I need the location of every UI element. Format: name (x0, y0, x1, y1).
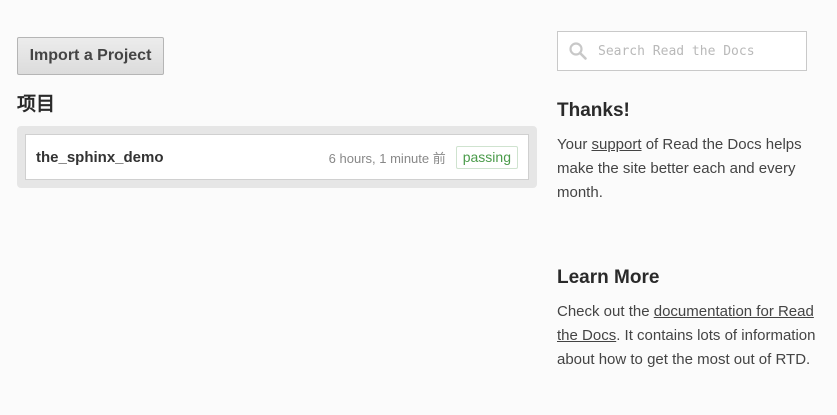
dashboard-page: Import a Project 项目 the_sphinx_demo 6 ho… (0, 0, 837, 415)
learn-more-text-before: Check out the (557, 303, 654, 320)
projects-column: Import a Project 项目 the_sphinx_demo 6 ho… (17, 37, 537, 188)
project-name-link[interactable]: the_sphinx_demo (36, 149, 329, 166)
sidebar: Thanks! Your support of Read the Docs he… (557, 31, 817, 372)
thanks-heading: Thanks! (557, 100, 630, 121)
project-last-built-time: 6 hours, 1 minute 前 (328, 150, 446, 166)
learn-more-heading: Learn More (557, 267, 660, 288)
search-icon (569, 42, 587, 60)
import-project-button[interactable]: Import a Project (17, 37, 164, 75)
learn-more-text: Check out the documentation for Read the… (557, 300, 817, 372)
build-status-badge[interactable]: passing (455, 145, 518, 169)
support-link[interactable]: support (591, 136, 641, 153)
projects-heading: 项目 (17, 94, 56, 115)
project-list: the_sphinx_demo 6 hours, 1 minute 前 pass… (17, 126, 537, 188)
search-input[interactable] (596, 42, 796, 60)
thanks-text: Your support of Read the Docs helps make… (557, 133, 817, 205)
project-row[interactable]: the_sphinx_demo 6 hours, 1 minute 前 pass… (25, 134, 529, 180)
thanks-text-before: Your (557, 136, 592, 153)
search-box[interactable] (557, 31, 807, 71)
